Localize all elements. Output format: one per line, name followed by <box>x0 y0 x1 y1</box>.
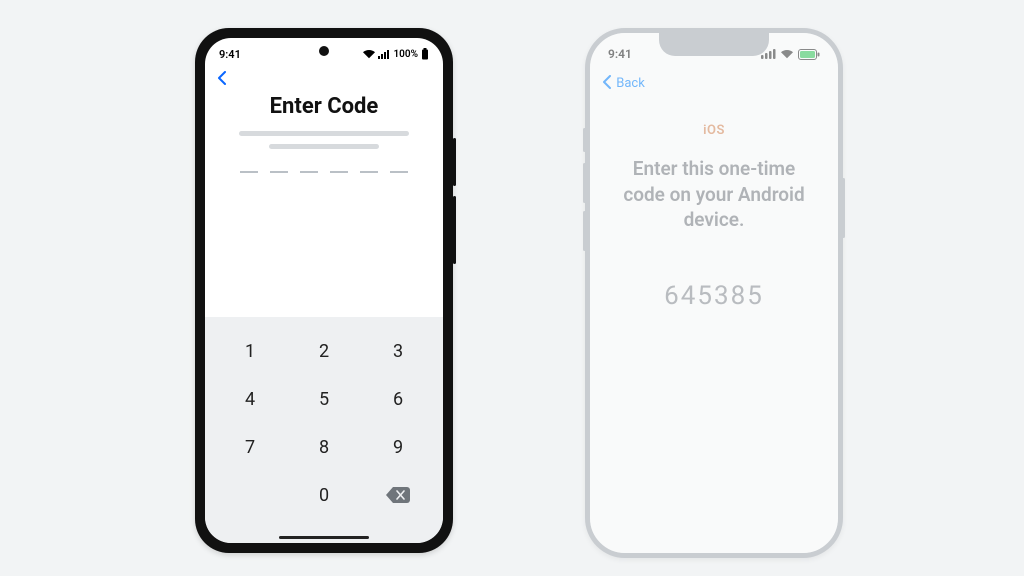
brand-label: iOS <box>590 123 838 138</box>
battery-icon <box>798 49 820 60</box>
keypad-4[interactable]: 4 <box>215 377 285 421</box>
placeholder-line <box>269 144 379 149</box>
code-slot <box>330 171 348 173</box>
back-button[interactable] <box>217 70 227 89</box>
wifi-icon <box>363 50 375 59</box>
notch <box>659 32 769 56</box>
keypad-6[interactable]: 6 <box>363 377 433 421</box>
battery-icon <box>421 48 429 60</box>
keypad-9[interactable]: 9 <box>363 425 433 469</box>
nav-bar: Back <box>590 69 838 97</box>
keypad-1[interactable]: 1 <box>215 329 285 373</box>
status-icons: 100% <box>363 48 429 60</box>
code-input[interactable] <box>205 171 443 173</box>
code-slot <box>390 171 408 173</box>
front-camera <box>319 46 329 56</box>
keypad-7[interactable]: 7 <box>215 425 285 469</box>
keypad-8[interactable]: 8 <box>289 425 359 469</box>
ios-screen: 9:41 Back iOS Enter this one-time code o… <box>590 33 838 553</box>
battery-text: 100% <box>393 49 418 60</box>
status-time: 9:41 <box>219 48 241 61</box>
chevron-left-icon <box>217 71 227 85</box>
stage: 9:41 100% Enter Code <box>0 0 1024 576</box>
instruction-text: Enter this one-time code on your Android… <box>616 156 812 233</box>
volume-down-button <box>583 211 586 251</box>
back-label: Back <box>616 76 645 91</box>
code-slot <box>360 171 378 173</box>
silent-switch <box>583 128 586 152</box>
code-slot <box>300 171 318 173</box>
volume-button <box>453 138 456 186</box>
back-button[interactable]: Back <box>602 75 645 91</box>
volume-up-button <box>583 163 586 203</box>
one-time-code: 645385 <box>590 281 838 311</box>
keypad-5[interactable]: 5 <box>289 377 359 421</box>
chevron-left-icon <box>602 75 611 89</box>
keypad-3[interactable]: 3 <box>363 329 433 373</box>
placeholder-line <box>239 131 409 136</box>
wifi-icon <box>780 49 794 59</box>
keypad-0[interactable]: 0 <box>289 473 359 517</box>
status-icons <box>761 49 820 60</box>
subtitle-placeholder <box>205 131 443 149</box>
android-screen: 9:41 100% Enter Code <box>205 38 443 543</box>
nav-bar <box>205 66 443 92</box>
numeric-keypad: 1 2 3 4 5 6 7 8 9 0 <box>205 317 443 543</box>
power-button <box>453 196 456 264</box>
home-indicator <box>279 536 369 539</box>
status-time: 9:41 <box>608 47 632 61</box>
signal-icon <box>378 50 390 59</box>
page-title: Enter Code <box>205 94 443 119</box>
code-slot <box>270 171 288 173</box>
phone-android: 9:41 100% Enter Code <box>195 28 453 553</box>
phone-ios: 9:41 Back iOS Enter this one-time code o… <box>585 28 843 558</box>
side-button <box>842 178 845 238</box>
code-slot <box>240 171 258 173</box>
backspace-icon <box>386 487 410 503</box>
keypad-backspace[interactable] <box>363 473 433 517</box>
keypad-2[interactable]: 2 <box>289 329 359 373</box>
